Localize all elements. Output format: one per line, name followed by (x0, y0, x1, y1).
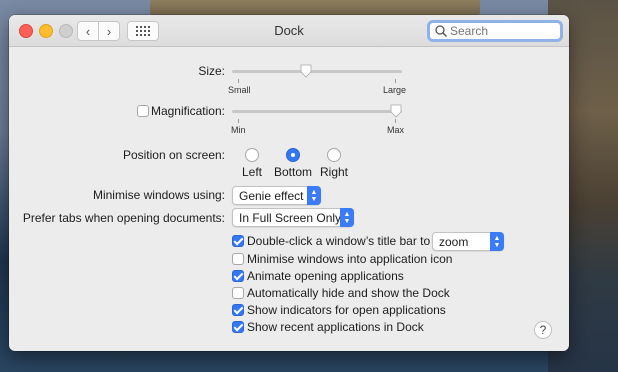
size-tick-max (395, 79, 396, 83)
size-max-label: Large (383, 85, 407, 95)
recent-apps-label: Show recent applications in Dock (247, 320, 424, 334)
position-left-label: Left (241, 165, 262, 179)
size-slider-knob[interactable] (300, 64, 312, 78)
double-click-label: Double-click a window’s title bar to (247, 234, 431, 248)
double-click-action-popup[interactable]: zoom ▲ ▼ (432, 232, 504, 251)
position-right-label: Right (319, 165, 348, 179)
magnification-slider-knob[interactable] (390, 104, 402, 118)
indicators-label: Show indicators for open applications (247, 303, 446, 317)
size-label: Size: (198, 64, 225, 78)
minimise-into-icon-checkbox[interactable] (232, 253, 244, 265)
updown-arrows-icon: ▲ ▼ (307, 186, 321, 205)
position-bottom-label: Bottom (273, 165, 312, 179)
minimise-label: Minimise windows using: (92, 188, 225, 202)
search-field[interactable] (427, 20, 563, 42)
indicators-checkbox[interactable] (232, 304, 244, 316)
position-left-radio[interactable] (245, 148, 259, 162)
search-input[interactable] (450, 24, 550, 38)
animate-label: Animate opening applications (247, 269, 404, 283)
autohide-checkbox[interactable] (232, 287, 244, 299)
autohide-label: Automatically hide and show the Dock (247, 286, 450, 300)
magnification-max-label: Max (387, 125, 405, 135)
position-right-radio[interactable] (327, 148, 341, 162)
updown-arrows-icon: ▲ ▼ (490, 232, 504, 251)
double-click-action-value: zoom (439, 235, 469, 249)
tabs-label: Prefer tabs when opening documents: (22, 211, 225, 225)
magnification-checkbox[interactable] (137, 105, 149, 117)
tabs-popup[interactable]: In Full Screen Only ▲ ▼ (232, 208, 354, 227)
position-label: Position on screen: (122, 148, 225, 162)
minimise-effect-value: Genie effect (239, 189, 304, 203)
magnification-tick-min (238, 119, 239, 123)
size-min-label: Small (228, 85, 251, 95)
position-bottom-radio[interactable] (286, 148, 300, 162)
size-slider[interactable] (232, 70, 402, 73)
magnification-min-label: Min (231, 125, 246, 135)
tabs-value: In Full Screen Only (239, 211, 342, 225)
minimise-effect-popup[interactable]: Genie effect ▲ ▼ (232, 186, 321, 205)
titlebar: ‹ › Dock (9, 15, 569, 47)
minimise-into-icon-label: Minimise windows into application icon (247, 252, 453, 266)
help-icon[interactable]: ? (534, 321, 552, 339)
animate-checkbox[interactable] (232, 270, 244, 282)
magnification-tick-max (395, 119, 396, 123)
magnification-slider[interactable] (232, 110, 402, 113)
magnifier-icon (435, 25, 448, 38)
size-tick-min (238, 79, 239, 83)
recent-apps-checkbox[interactable] (232, 321, 244, 333)
updown-arrows-icon: ▲ ▼ (340, 208, 354, 227)
dock-preferences-window: ‹ › Dock Size: Small Large Magn (9, 15, 569, 351)
double-click-checkbox[interactable] (232, 235, 244, 247)
magnification-label: Magnification: (150, 104, 225, 118)
